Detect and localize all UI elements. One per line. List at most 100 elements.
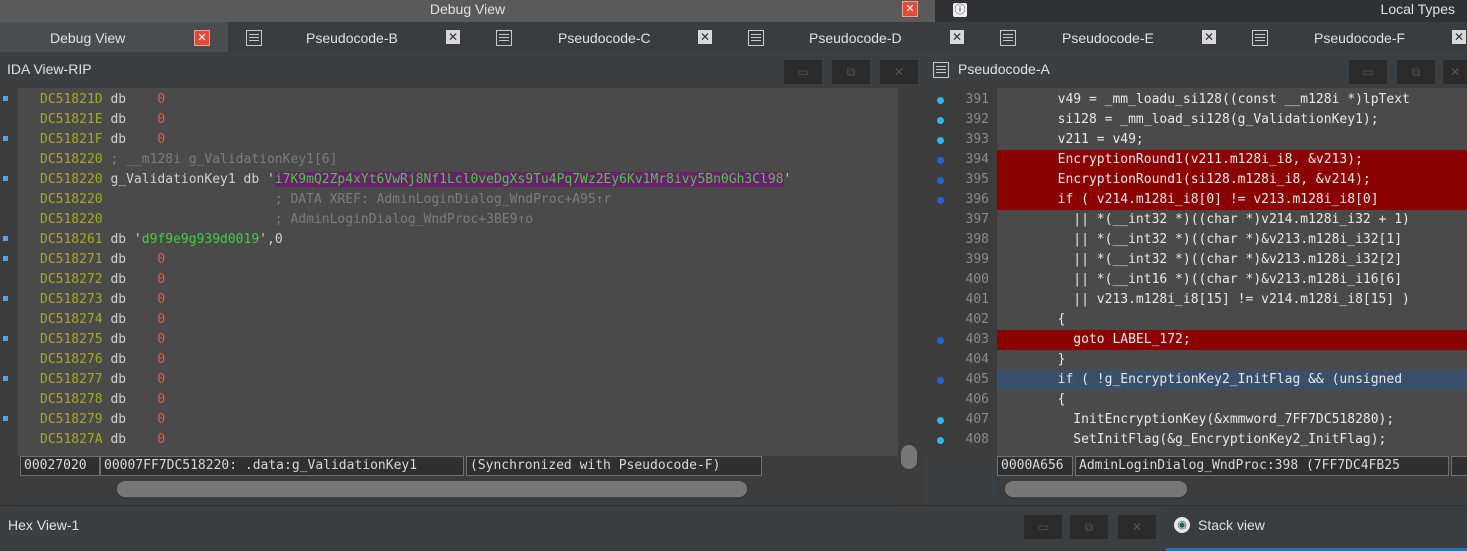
address: DC518261 [40, 232, 103, 247]
pseudocode-line[interactable]: || *(__int16 *)((char *)&v213.m128i_i16[… [997, 270, 1467, 290]
breakpoint-dot[interactable] [937, 117, 944, 124]
tab-stack-view[interactable]: ◉ Stack view [1166, 506, 1467, 551]
float-icon[interactable]: ⧉ [1070, 515, 1108, 539]
directive: db [102, 112, 158, 127]
disasm-line[interactable]: DC518220 ; AdminLoginDialog_WndProc+3BE9… [40, 210, 533, 230]
pseudocode-line[interactable]: { [997, 390, 1467, 410]
float-icon[interactable]: ⧉ [1397, 60, 1435, 84]
disasm-line[interactable]: DC51821E db 0 [40, 110, 165, 130]
tab-pseudocode-e[interactable]: Pseudocode-E ✕ [982, 22, 1234, 52]
tab-debug-view[interactable]: Debug View ✕ [0, 22, 228, 52]
breakpoint-dot[interactable] [937, 137, 944, 144]
pseudocode-gutter: 391 392 393 394 395 396 397 398 399 400 401 402 403 4… [925, 88, 997, 456]
disasm-line[interactable]: DC518276 db 0 [40, 350, 165, 370]
disasm-line[interactable]: DC518271 db 0 [40, 250, 165, 270]
breakpoint-marker[interactable] [3, 376, 8, 381]
pseudocode-line[interactable]: goto LABEL_172; [997, 330, 1467, 350]
disasm-line[interactable]: DC518272 db 0 [40, 270, 165, 290]
tab-hex-view[interactable]: Hex View-1 [8, 517, 79, 533]
pseudocode-line[interactable]: EncryptionRound1(v211.m128i_i8, &v213); [997, 150, 1467, 170]
disasm-line[interactable]: DC518273 db 0 [40, 290, 165, 310]
disasm-line[interactable]: DC518220 ; DATA XREF: AdminLoginDialog_W… [40, 190, 611, 210]
disasm-line[interactable]: DC518220 g_ValidationKey1 db 'i7K9mQ2Zp4… [40, 170, 791, 190]
close-icon[interactable]: ✕ [698, 30, 712, 44]
string-literal[interactable]: d9f9e9g939d0019 [142, 232, 259, 247]
label: db ' [102, 232, 142, 247]
breakpoint-dot[interactable] [937, 377, 944, 384]
breakpoint-marker[interactable] [3, 336, 8, 341]
disasm-line[interactable]: DC51821D db 0 [40, 90, 165, 110]
disasm-line[interactable]: DC51821F db 0 [40, 130, 165, 150]
scrollbar-thumb[interactable] [1005, 481, 1187, 497]
scrollbar-thumb[interactable] [901, 445, 917, 469]
pseudocode-line[interactable]: EncryptionRound1(si128.m128i_i8, &v214); [997, 170, 1467, 190]
local-types-title[interactable]: Local Types [1381, 1, 1455, 17]
close-icon[interactable]: ✕ [1118, 515, 1156, 539]
pseudocode-line[interactable]: si128 = _mm_load_si128(g_ValidationKey1)… [997, 110, 1467, 130]
breakpoint-marker[interactable] [3, 96, 8, 101]
disasm-line[interactable]: DC518277 db 0 [40, 370, 165, 390]
code-text: v211 = v49; [1042, 132, 1144, 147]
close-icon[interactable]: ✕ [194, 30, 210, 46]
disasm-line[interactable]: DC51827A db 0 [40, 430, 165, 450]
breakpoint-dot[interactable] [937, 417, 944, 424]
close-icon[interactable]: ✕ [1443, 60, 1467, 84]
tab-pseudocode-d[interactable]: Pseudocode-D ✕ [730, 22, 982, 52]
pseudocode-line[interactable]: if ( v214.m128i_i8[0] != v213.m128i_i8[0… [997, 190, 1467, 210]
float-icon[interactable]: ⧉ [832, 60, 870, 84]
close-icon[interactable]: ✕ [902, 1, 918, 17]
tab-pseudocode-f[interactable]: Pseudocode-F ✕ [1234, 22, 1467, 52]
close-icon[interactable]: ✕ [880, 60, 918, 84]
disasm-line[interactable]: DC518275 db 0 [40, 330, 165, 350]
pseudocode-line[interactable]: InitEncryptionKey(&xmmword_7FF7DC518280)… [997, 410, 1467, 430]
pseudocode-line[interactable]: || *(__int32 *)((char *)v214.m128i_i32 +… [997, 210, 1467, 230]
disasm-line[interactable]: DC518278 db 0 [40, 390, 165, 410]
status-offset: 00027020 [20, 456, 100, 476]
ida-disassembly[interactable]: DC51821D db 0 DC51821E db 0 DC51821F db 0D… [18, 88, 898, 456]
disasm-line[interactable]: DC518274 db 0 [40, 310, 165, 330]
tab-pseudocode-c[interactable]: Pseudocode-C ✕ [478, 22, 730, 52]
close-icon[interactable]: ✕ [1202, 30, 1216, 44]
panel-title[interactable]: IDA View-RIP [7, 61, 92, 77]
restore-icon[interactable]: ▭ [1024, 515, 1062, 539]
breakpoint-dot[interactable] [937, 177, 944, 184]
breakpoint-marker[interactable] [3, 176, 8, 181]
restore-icon[interactable]: ▭ [784, 60, 822, 84]
breakpoint-marker[interactable] [3, 256, 8, 261]
directive: db [102, 92, 158, 107]
breakpoint-marker[interactable] [3, 236, 8, 241]
pseudocode-line[interactable]: || v213.m128i_i8[15] != v214.m128i_i8[15… [997, 290, 1467, 310]
breakpoint-marker[interactable] [3, 296, 8, 301]
pseudocode-line[interactable]: if ( !g_EncryptionKey2_InitFlag && (unsi… [997, 370, 1467, 390]
disasm-line[interactable]: DC518261 db 'd9f9e9g939d0019',0 [40, 230, 283, 250]
breakpoint-dot[interactable] [937, 157, 944, 164]
string-literal[interactable]: i7K9mQ2Zp4xYt6VwRj8Nf1Lcl0veDgXs9Tu4Pq7W… [274, 172, 784, 187]
disasm-line[interactable]: DC518279 db 0 [40, 410, 165, 430]
pseudocode-line[interactable]: SetInitFlag(&g_EncryptionKey2_InitFlag); [997, 430, 1467, 450]
pseudocode-line[interactable]: { [997, 310, 1467, 330]
pseudocode-line[interactable]: v49 = _mm_loadu_si128((const __m128i *)l… [997, 90, 1467, 110]
ida-vscrollbar[interactable] [898, 88, 925, 506]
close-icon[interactable]: ✕ [446, 30, 460, 44]
breakpoint-dot[interactable] [937, 197, 944, 204]
panel-title[interactable]: Pseudocode-A [958, 61, 1050, 77]
close-icon[interactable]: ✕ [1452, 30, 1466, 44]
pseudocode-hscrollbar[interactable] [997, 478, 1467, 502]
tab-pseudocode-b[interactable]: Pseudocode-B ✕ [228, 22, 478, 52]
breakpoint-dot[interactable] [937, 437, 944, 444]
pseudocode-line[interactable]: || *(__int32 *)((char *)&v213.m128i_i32[… [997, 250, 1467, 270]
breakpoint-marker[interactable] [3, 136, 8, 141]
breakpoint-dot[interactable] [937, 97, 944, 104]
close-icon[interactable]: ✕ [950, 30, 964, 44]
pseudocode-icon [246, 30, 262, 46]
ida-hscrollbar[interactable] [18, 478, 898, 502]
breakpoint-dot[interactable] [937, 337, 944, 344]
breakpoint-marker[interactable] [3, 416, 8, 421]
pseudocode-line[interactable]: } [997, 350, 1467, 370]
disasm-line[interactable]: DC518220 ; __m128i g_ValidationKey1[6] [40, 150, 337, 170]
pseudocode-editor[interactable]: v49 = _mm_loadu_si128((const __m128i *)l… [997, 88, 1467, 456]
pseudocode-line[interactable]: v211 = v49; [997, 130, 1467, 150]
restore-icon[interactable]: ▭ [1349, 60, 1387, 84]
pseudocode-line[interactable]: || *(__int32 *)((char *)&v213.m128i_i32[… [997, 230, 1467, 250]
scrollbar-thumb[interactable] [117, 481, 747, 497]
